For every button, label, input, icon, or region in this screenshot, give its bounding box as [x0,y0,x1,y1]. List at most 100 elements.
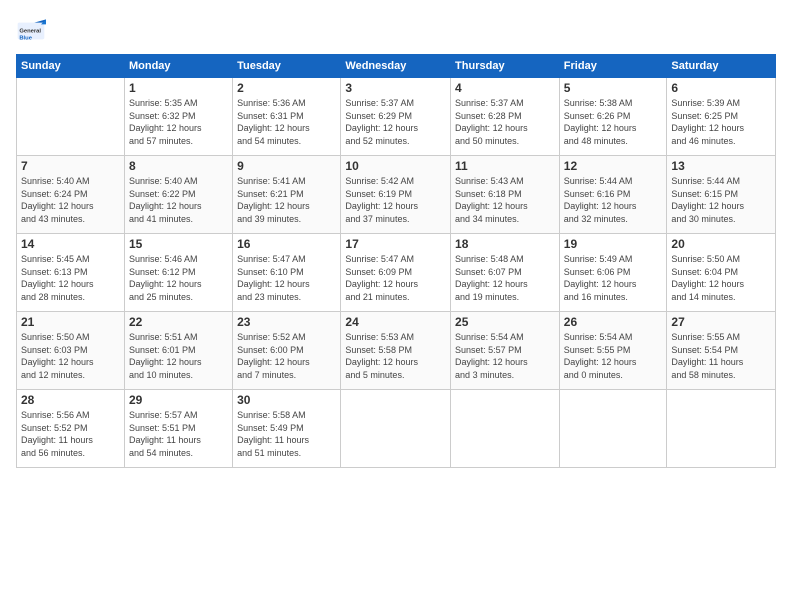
day-number: 9 [237,159,336,173]
day-number: 30 [237,393,336,407]
week-row-1: 1 Sunrise: 5:35 AM Sunset: 6:32 PM Daylig… [17,78,776,156]
calendar-cell: 5 Sunrise: 5:38 AM Sunset: 6:26 PM Daylig… [559,78,667,156]
day-info: Sunrise: 5:42 AM Sunset: 6:19 PM Dayligh… [345,175,446,225]
day-number: 18 [455,237,555,251]
weekday-header-saturday: Saturday [667,55,776,78]
calendar-cell: 8 Sunrise: 5:40 AM Sunset: 6:22 PM Daylig… [124,156,232,234]
calendar-cell: 6Sunrise: 5:39 AM Sunset: 6:25 PM Daylig… [667,78,776,156]
day-number: 16 [237,237,336,251]
day-info: Sunrise: 5:58 AM Sunset: 5:49 PM Dayligh… [237,409,336,459]
calendar-cell: 28 Sunrise: 5:56 AM Sunset: 5:52 PM Dayli… [17,390,125,468]
calendar-cell: 14 Sunrise: 5:45 AM Sunset: 6:13 PM Dayli… [17,234,125,312]
day-info: Sunrise: 5:38 AM Sunset: 6:26 PM Dayligh… [564,97,663,147]
day-number: 4 [455,81,555,95]
calendar-cell: 19 Sunrise: 5:49 AM Sunset: 6:06 PM Dayli… [559,234,667,312]
day-number: 11 [455,159,555,173]
day-info: Sunrise: 5:53 AM Sunset: 5:58 PM Dayligh… [345,331,446,381]
day-number: 8 [129,159,228,173]
calendar: SundayMondayTuesdayWednesdayThursdayFrid… [16,54,776,468]
calendar-cell [559,390,667,468]
day-number: 21 [21,315,120,329]
calendar-cell [667,390,776,468]
calendar-cell: 4 Sunrise: 5:37 AM Sunset: 6:28 PM Daylig… [451,78,560,156]
calendar-cell: 10Sunrise: 5:42 AM Sunset: 6:19 PM Dayli… [341,156,451,234]
day-info: Sunrise: 5:57 AM Sunset: 5:51 PM Dayligh… [129,409,228,459]
day-info: Sunrise: 5:49 AM Sunset: 6:06 PM Dayligh… [564,253,663,303]
calendar-cell [17,78,125,156]
calendar-cell: 3 Sunrise: 5:37 AM Sunset: 6:29 PM Daylig… [341,78,451,156]
day-info: Sunrise: 5:50 AM Sunset: 6:04 PM Dayligh… [671,253,771,303]
day-info: Sunrise: 5:35 AM Sunset: 6:32 PM Dayligh… [129,97,228,147]
day-info: Sunrise: 5:37 AM Sunset: 6:29 PM Dayligh… [345,97,446,147]
svg-text:Blue: Blue [19,35,32,41]
calendar-cell: 2Sunrise: 5:36 AM Sunset: 6:31 PM Daylig… [233,78,341,156]
week-row-5: 28 Sunrise: 5:56 AM Sunset: 5:52 PM Dayli… [17,390,776,468]
day-info: Sunrise: 5:48 AM Sunset: 6:07 PM Dayligh… [455,253,555,303]
day-number: 7 [21,159,120,173]
calendar-cell: 7 Sunrise: 5:40 AM Sunset: 6:24 PM Daylig… [17,156,125,234]
day-info: Sunrise: 5:50 AM Sunset: 6:03 PM Dayligh… [21,331,120,381]
calendar-cell: 11 Sunrise: 5:43 AM Sunset: 6:18 PM Dayli… [451,156,560,234]
day-number: 23 [237,315,336,329]
day-info: Sunrise: 5:40 AM Sunset: 6:24 PM Dayligh… [21,175,120,225]
day-number: 5 [564,81,663,95]
calendar-cell: 13 Sunrise: 5:44 AM Sunset: 6:15 PM Dayli… [667,156,776,234]
calendar-cell: 27Sunrise: 5:55 AM Sunset: 5:54 PM Dayli… [667,312,776,390]
day-info: Sunrise: 5:56 AM Sunset: 5:52 PM Dayligh… [21,409,120,459]
day-info: Sunrise: 5:40 AM Sunset: 6:22 PM Dayligh… [129,175,228,225]
day-info: Sunrise: 5:44 AM Sunset: 6:15 PM Dayligh… [671,175,771,225]
logo-icon: General Blue [16,16,46,46]
day-number: 24 [345,315,446,329]
calendar-cell: 20 Sunrise: 5:50 AM Sunset: 6:04 PM Dayli… [667,234,776,312]
day-info: Sunrise: 5:41 AM Sunset: 6:21 PM Dayligh… [237,175,336,225]
calendar-cell: 24 Sunrise: 5:53 AM Sunset: 5:58 PM Dayli… [341,312,451,390]
weekday-header-sunday: Sunday [17,55,125,78]
day-info: Sunrise: 5:54 AM Sunset: 5:57 PM Dayligh… [455,331,555,381]
calendar-cell: 18 Sunrise: 5:48 AM Sunset: 6:07 PM Dayli… [451,234,560,312]
week-row-2: 7 Sunrise: 5:40 AM Sunset: 6:24 PM Daylig… [17,156,776,234]
day-number: 2 [237,81,336,95]
day-info: Sunrise: 5:51 AM Sunset: 6:01 PM Dayligh… [129,331,228,381]
weekday-header-row: SundayMondayTuesdayWednesdayThursdayFrid… [17,55,776,78]
day-info: Sunrise: 5:37 AM Sunset: 6:28 PM Dayligh… [455,97,555,147]
weekday-header-thursday: Thursday [451,55,560,78]
calendar-cell: 30 Sunrise: 5:58 AM Sunset: 5:49 PM Dayli… [233,390,341,468]
day-number: 29 [129,393,228,407]
weekday-header-wednesday: Wednesday [341,55,451,78]
calendar-cell: 26 Sunrise: 5:54 AM Sunset: 5:55 PM Dayli… [559,312,667,390]
day-number: 25 [455,315,555,329]
day-info: Sunrise: 5:45 AM Sunset: 6:13 PM Dayligh… [21,253,120,303]
calendar-cell: 9 Sunrise: 5:41 AM Sunset: 6:21 PM Daylig… [233,156,341,234]
calendar-cell [341,390,451,468]
calendar-cell: 15Sunrise: 5:46 AM Sunset: 6:12 PM Dayli… [124,234,232,312]
week-row-3: 14 Sunrise: 5:45 AM Sunset: 6:13 PM Dayli… [17,234,776,312]
day-number: 15 [129,237,228,251]
calendar-cell: 17 Sunrise: 5:47 AM Sunset: 6:09 PM Dayli… [341,234,451,312]
day-number: 17 [345,237,446,251]
calendar-cell [451,390,560,468]
day-number: 3 [345,81,446,95]
day-number: 13 [671,159,771,173]
calendar-cell: 1 Sunrise: 5:35 AM Sunset: 6:32 PM Daylig… [124,78,232,156]
day-number: 28 [21,393,120,407]
day-number: 20 [671,237,771,251]
day-info: Sunrise: 5:43 AM Sunset: 6:18 PM Dayligh… [455,175,555,225]
day-info: Sunrise: 5:52 AM Sunset: 6:00 PM Dayligh… [237,331,336,381]
svg-text:General: General [19,29,41,35]
day-info: Sunrise: 5:47 AM Sunset: 6:09 PM Dayligh… [345,253,446,303]
day-number: 22 [129,315,228,329]
day-info: Sunrise: 5:39 AM Sunset: 6:25 PM Dayligh… [671,97,771,147]
day-number: 19 [564,237,663,251]
calendar-cell: 16Sunrise: 5:47 AM Sunset: 6:10 PM Dayli… [233,234,341,312]
weekday-header-friday: Friday [559,55,667,78]
calendar-cell: 23 Sunrise: 5:52 AM Sunset: 6:00 PM Dayli… [233,312,341,390]
weekday-header-monday: Monday [124,55,232,78]
calendar-cell: 21 Sunrise: 5:50 AM Sunset: 6:03 PM Dayli… [17,312,125,390]
calendar-cell: 29 Sunrise: 5:57 AM Sunset: 5:51 PM Dayli… [124,390,232,468]
day-info: Sunrise: 5:44 AM Sunset: 6:16 PM Dayligh… [564,175,663,225]
day-info: Sunrise: 5:54 AM Sunset: 5:55 PM Dayligh… [564,331,663,381]
day-number: 26 [564,315,663,329]
day-number: 1 [129,81,228,95]
day-number: 14 [21,237,120,251]
day-number: 27 [671,315,771,329]
